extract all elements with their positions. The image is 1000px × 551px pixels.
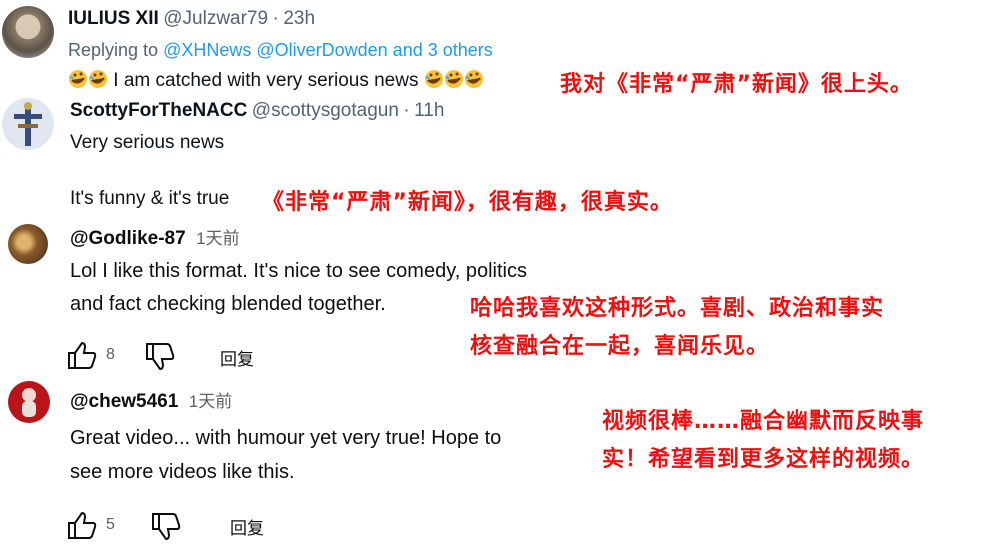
translation-annotation: 哈哈我喜欢这种形式。喜剧、政治和事实 (470, 296, 885, 321)
dislike-button[interactable] (144, 342, 176, 372)
replying-to: Replying to @XHNews @OliverDowden and 3 … (68, 40, 493, 61)
rolling-laughing-emoji-icon (464, 70, 483, 88)
reply-button[interactable]: 回复 (230, 514, 264, 539)
like-button[interactable]: 5 (66, 510, 115, 540)
like-count: 5 (106, 516, 115, 533)
translation-annotation: 视频很棒……融合幽默而反映事 (602, 409, 925, 434)
author-name[interactable]: ScottyForTheNACC (70, 100, 247, 121)
translation-annotation: 实！希望看到更多这样的视频。 (602, 447, 925, 472)
author-handle[interactable]: @Julzwar79 (163, 8, 268, 29)
comment-header: @Godlike-87 1天前 (70, 224, 240, 250)
rolling-laughing-emoji-icon (424, 70, 443, 88)
author-name[interactable]: IULIUS XII (68, 8, 159, 29)
rolling-laughing-emoji-icon (89, 70, 107, 88)
like-button[interactable]: 8 (66, 340, 115, 370)
avatar-image (22, 388, 36, 417)
thumbs-up-icon (68, 511, 97, 539)
tweet-body-line2: It's funny & it's true (70, 188, 230, 209)
replying-mentions[interactable]: @XHNews @OliverDowden and 3 others (163, 40, 493, 60)
timestamp[interactable]: 11h (414, 100, 444, 121)
comment-time[interactable]: 1天前 (196, 229, 239, 248)
thumbs-down-icon (146, 343, 175, 371)
rolling-laughing-emoji-icon (69, 70, 87, 88)
reply-button[interactable]: 回复 (220, 345, 254, 370)
tweet-text: I am catched with very serious news (68, 69, 484, 92)
thumbs-down-icon (152, 513, 181, 541)
comment-text-line2: and fact checking blended together. (70, 293, 386, 315)
like-count: 8 (106, 346, 115, 363)
commenter-name[interactable]: @chew5461 (70, 391, 178, 412)
translation-annotation: 我对《非常“严肃”新闻》很上头。 (560, 72, 913, 97)
avatar[interactable] (2, 98, 54, 150)
translation-annotation: 《非常“严肃”新闻》，很有趣，很真实。 (262, 190, 673, 215)
rolling-laughing-emoji-icon (444, 70, 463, 88)
commenter-name[interactable]: @Godlike-87 (70, 228, 186, 249)
comment-header: @chew5461 1天前 (70, 387, 232, 413)
timestamp[interactable]: 23h (283, 8, 315, 29)
translation-annotation: 核查融合在一起，喜闻乐见。 (470, 334, 770, 359)
thumbs-up-icon (68, 341, 97, 369)
comment-text-line1: Great video... with humour yet very true… (70, 427, 502, 449)
tweet-header: ScottyForTheNACC @scottysgotagun · 11h (70, 100, 444, 122)
author-handle[interactable]: @scottysgotagun (252, 100, 399, 121)
comment-time[interactable]: 1天前 (189, 392, 232, 411)
separator-dot: · (272, 8, 279, 29)
tweet-body-line1: Very serious news (70, 132, 225, 153)
avatar[interactable] (2, 6, 54, 58)
avatar[interactable] (8, 224, 48, 264)
comment-text-line1: Lol I like this format. It's nice to see… (70, 260, 527, 282)
comment-text-line2: see more videos like this. (70, 461, 295, 483)
avatar-image (14, 102, 42, 146)
tweet-header: IULIUS XII @Julzwar79 · 23h (68, 8, 315, 30)
replying-prefix: Replying to (68, 40, 159, 60)
tweet-body: I am catched with very serious news (113, 70, 419, 91)
separator-dot: · (403, 100, 410, 121)
dislike-button[interactable] (150, 512, 182, 542)
avatar[interactable] (8, 381, 50, 423)
